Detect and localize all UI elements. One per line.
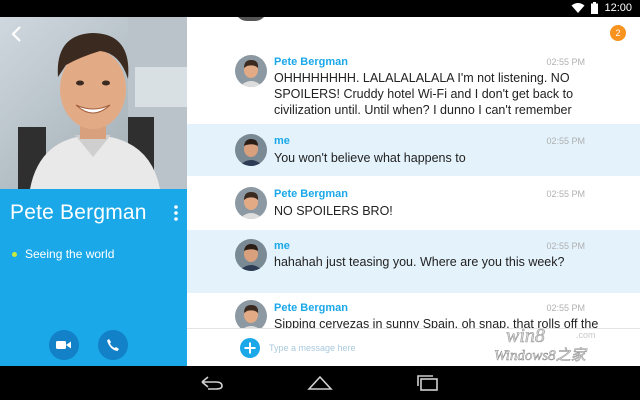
message-sender: me xyxy=(274,135,290,147)
phone-icon xyxy=(107,339,119,351)
presence-dot xyxy=(12,251,17,257)
message-row: Pete Bergman 02:55 PM OHHHHHHHH. LALALAL… xyxy=(187,51,640,123)
status-icons: 12:00 xyxy=(571,2,632,14)
more-vertical-icon[interactable] xyxy=(172,204,180,222)
avatar xyxy=(235,187,267,219)
recent-apps-icon[interactable] xyxy=(414,374,442,392)
message-time: 02:55 PM xyxy=(546,189,585,199)
message-text: OHHHHHHHH. LALALALALALA I'm not listenin… xyxy=(274,71,574,117)
battery-icon xyxy=(591,2,599,14)
video-camera-icon xyxy=(56,341,71,349)
profile-photo xyxy=(0,17,187,189)
message-row: Pete Bergman 02:55 PM NO SPOILERS BRO! xyxy=(187,177,640,229)
message-sender: Pete Bergman xyxy=(274,302,348,314)
message-sender: Pete Bergman xyxy=(274,188,348,200)
status-bar: 12:00 xyxy=(0,0,640,17)
plus-icon xyxy=(244,342,256,354)
message-time: 02:55 PM xyxy=(546,136,585,146)
avatar xyxy=(235,134,267,166)
chat-area[interactable]: 2 Pete Bergman 02:55 PM OHHHHHHHH. LALAL… xyxy=(187,17,640,366)
compose-bar: win8 .com Windows8之家 xyxy=(187,325,640,366)
avatar xyxy=(235,55,267,87)
watermark-logo: win8 .com Windows8之家 xyxy=(494,325,596,364)
avatar xyxy=(235,17,267,21)
mood-row: Seeing the world xyxy=(12,247,114,261)
avatar xyxy=(235,300,267,328)
message-text: hahahah just teasing you. Where are you … xyxy=(274,255,565,269)
message-row: me 02:55 PM hahahah just teasing you. Wh… xyxy=(187,230,640,293)
navigation-bar xyxy=(0,366,640,400)
message-sender: Pete Bergman xyxy=(274,56,348,68)
message-time: 02:55 PM xyxy=(546,303,585,313)
message-text: NO SPOILERS BRO! xyxy=(274,204,393,218)
back-arrow-icon[interactable] xyxy=(198,374,226,392)
message-row: me 02:55 PM You won't believe what happe… xyxy=(187,124,640,176)
message-sender: me xyxy=(274,240,290,252)
mood-message: Seeing the world xyxy=(25,247,115,261)
contact-name: Pete Bergman xyxy=(10,201,147,224)
clock: 12:00 xyxy=(604,2,632,14)
back-icon[interactable] xyxy=(8,25,26,43)
audio-call-button[interactable] xyxy=(98,330,128,360)
wifi-icon xyxy=(571,3,585,13)
home-icon[interactable] xyxy=(306,374,334,392)
video-call-button[interactable] xyxy=(49,330,79,360)
message-time: 02:55 PM xyxy=(546,57,585,67)
svg-text:win8: win8 xyxy=(506,325,545,347)
add-content-button[interactable] xyxy=(240,338,260,358)
svg-text:.com: .com xyxy=(576,330,596,340)
contact-name-row: Pete Bergman xyxy=(10,201,180,225)
unread-badge[interactable]: 2 xyxy=(610,25,626,41)
message-time: 02:55 PM xyxy=(546,241,585,251)
message-row: Pete Bergman 02:55 PM Sipping cervezas i… xyxy=(187,294,640,328)
message-text: You won't believe what happens to xyxy=(274,151,466,165)
avatar xyxy=(235,239,267,271)
svg-text:Windows8之家: Windows8之家 xyxy=(494,347,588,364)
profile-panel: Pete Bergman Seeing the world xyxy=(0,17,187,366)
